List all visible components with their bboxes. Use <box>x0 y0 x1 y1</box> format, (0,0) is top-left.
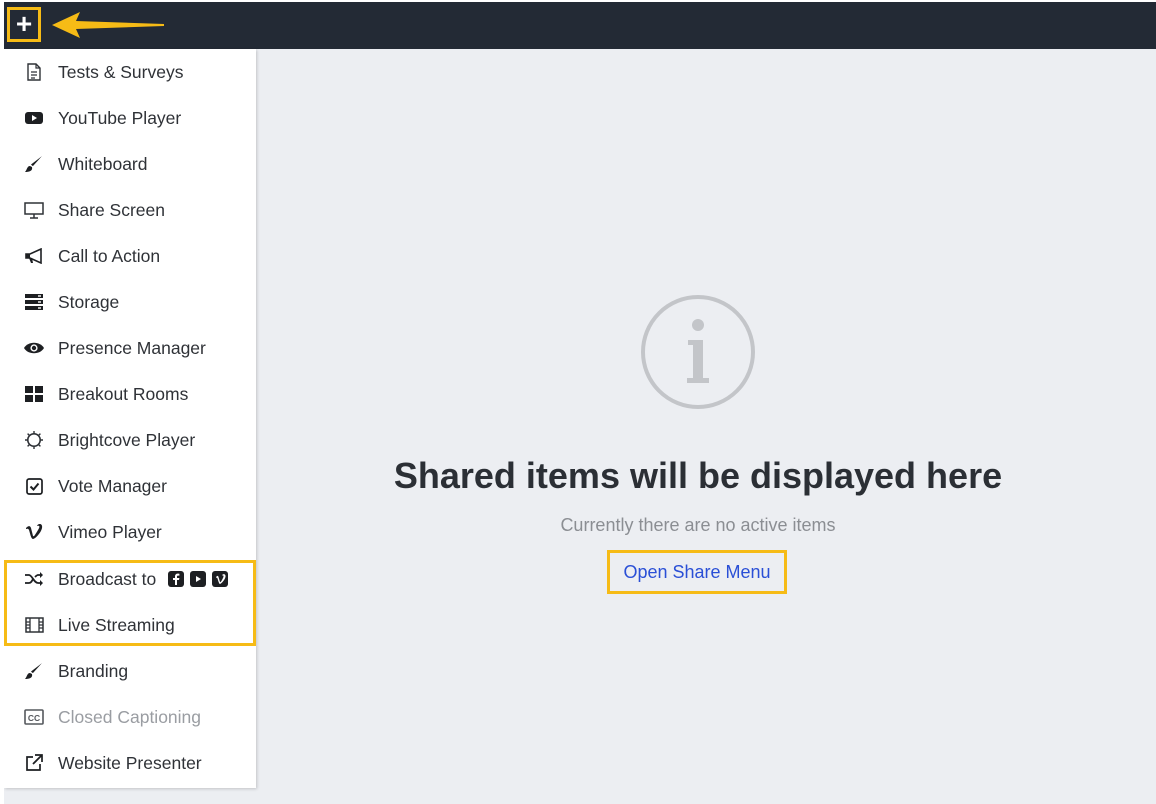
menu-item-presence-manager[interactable]: Presence Manager <box>4 325 256 371</box>
menu-item-live-streaming[interactable]: Live Streaming <box>4 602 256 648</box>
vimeo-icon <box>212 571 229 587</box>
menu-item-label: Branding <box>58 660 129 681</box>
menu-item-storage[interactable]: Storage <box>4 279 256 325</box>
menu-item-label: YouTube Player <box>58 107 182 128</box>
checkbox-icon <box>24 476 44 496</box>
monitor-icon <box>24 200 44 220</box>
empty-state-subtitle: Currently there are no active items <box>560 515 836 535</box>
pointer-arrow-icon <box>52 12 164 38</box>
menu-item-label: Share Screen <box>58 199 166 220</box>
menu-item-label: Tests & Surveys <box>58 61 184 82</box>
shuffle-icon <box>24 569 44 589</box>
menu-item-vimeo-player[interactable]: Vimeo Player <box>4 509 256 555</box>
menu-item-label: Storage <box>58 291 120 312</box>
menu-item-label: Vimeo Player <box>58 521 162 542</box>
brightcove-icon <box>24 430 44 450</box>
menu-item-branding[interactable]: Branding <box>4 648 256 694</box>
menu-item-broadcast-to[interactable]: Broadcast to <box>4 556 256 602</box>
menu-item-vote-manager[interactable]: Vote Manager <box>4 463 256 509</box>
closed-captions-icon: CC <box>24 707 44 727</box>
app-frame: + Tests & Surveys YouTube Player Whitebo… <box>4 2 1156 804</box>
youtube-icon <box>190 571 207 587</box>
menu-item-youtube-player[interactable]: YouTube Player <box>4 95 256 141</box>
grid-icon <box>24 384 44 404</box>
paintbrush-icon <box>24 154 44 174</box>
menu-item-label: Broadcast to <box>58 568 157 589</box>
share-menu: Tests & Surveys YouTube Player Whiteboar… <box>4 49 256 788</box>
vimeo-icon <box>24 522 44 542</box>
menu-item-tests-surveys[interactable]: Tests & Surveys <box>4 49 256 95</box>
document-icon <box>24 62 44 82</box>
menu-item-label: Presence Manager <box>58 337 206 358</box>
film-icon <box>24 615 44 635</box>
eye-icon <box>24 338 44 358</box>
menu-item-label: Website Presenter <box>58 752 202 773</box>
facebook-icon <box>168 571 185 587</box>
svg-text:CC: CC <box>28 713 40 723</box>
external-link-icon <box>24 753 44 773</box>
menu-item-breakout-rooms[interactable]: Breakout Rooms <box>4 371 256 417</box>
menu-item-brightcove-player[interactable]: Brightcove Player <box>4 417 256 463</box>
broadcast-targets <box>168 571 229 587</box>
paintbrush-icon <box>24 661 44 681</box>
menu-item-label: Breakout Rooms <box>58 383 189 404</box>
open-share-menu-button[interactable]: Open Share Menu <box>607 550 787 594</box>
menu-item-label: Call to Action <box>58 245 161 266</box>
menu-item-label: Brightcove Player <box>58 429 196 450</box>
menu-item-label: Live Streaming <box>58 614 175 635</box>
menu-item-label: Closed Captioning <box>58 706 202 727</box>
menu-item-closed-captioning[interactable]: CC Closed Captioning <box>4 694 256 740</box>
server-icon <box>24 292 44 312</box>
menu-item-share-screen[interactable]: Share Screen <box>4 187 256 233</box>
menu-item-label: Vote Manager <box>58 475 167 496</box>
menu-item-call-to-action[interactable]: Call to Action <box>4 233 256 279</box>
menu-item-label: Whiteboard <box>58 153 148 174</box>
youtube-icon <box>24 108 44 128</box>
empty-state-title: Shared items will be displayed here <box>393 455 1003 496</box>
menu-item-whiteboard[interactable]: Whiteboard <box>4 141 256 187</box>
top-bar: + <box>4 2 1156 49</box>
menu-item-website-presenter[interactable]: Website Presenter <box>4 740 256 786</box>
add-share-button[interactable]: + <box>7 7 41 42</box>
info-icon <box>641 295 755 409</box>
empty-state: Shared items will be displayed here Curr… <box>256 49 1156 804</box>
megaphone-icon <box>24 246 44 266</box>
